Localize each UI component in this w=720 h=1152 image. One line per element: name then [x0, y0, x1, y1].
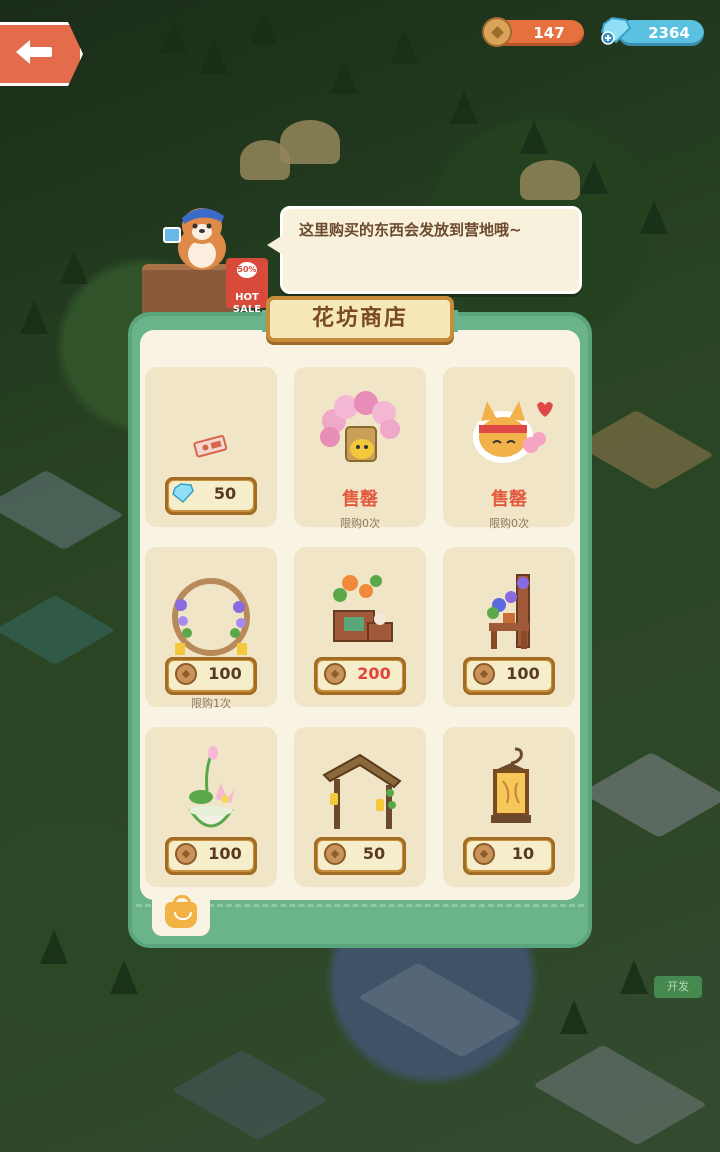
shop-item-lotus-bowl[interactable]: 100: [145, 727, 277, 887]
coin-icon: [473, 843, 495, 865]
hanging-lantern-icon: [491, 747, 531, 823]
coin-count: 147: [533, 24, 565, 42]
fox-sticker-icon: [473, 401, 553, 463]
price-value: 100: [208, 844, 242, 863]
speech-bubble: 这里购买的东西会发放到营地哦~: [267, 206, 582, 294]
flower-arch-bench-icon: [320, 391, 400, 462]
shop-item-flower-ring-arch[interactable]: 100 限购1次: [145, 547, 277, 710]
price-value: 10: [511, 844, 535, 863]
flower-trellis-chair-icon: [487, 574, 530, 649]
coin-icon: [175, 663, 197, 685]
ticket-icon: [193, 435, 228, 458]
price-button[interactable]: 200: [314, 657, 406, 695]
shop-item-lantern-gate[interactable]: 50: [294, 727, 426, 887]
shop-item-flower-trellis-chair[interactable]: 100: [443, 547, 575, 707]
price-button[interactable]: 50: [165, 477, 257, 515]
coin-balance: 147: [482, 17, 584, 47]
price-value: 50: [362, 844, 386, 863]
price-button[interactable]: 100: [165, 837, 257, 875]
lantern-gate-icon: [322, 753, 402, 829]
gem-icon: [172, 483, 194, 504]
back-arrow-icon: [16, 40, 52, 64]
shopping-bag-icon: [165, 895, 197, 928]
shop-title: 花坊商店: [311, 306, 408, 331]
lotus-bowl-icon: [188, 746, 235, 828]
purchase-limit: 限购0次: [340, 517, 380, 530]
dev-tag[interactable]: 开发: [654, 976, 702, 998]
price-value: 50: [213, 484, 237, 503]
gem-count: 2364: [648, 24, 690, 42]
sold-out-label: 售罄: [342, 489, 378, 510]
sold-out-label: 售罄: [491, 489, 527, 510]
shop-item-fox-sticker[interactable]: 售罄 限购0次: [443, 367, 575, 530]
shop-item-flower-arch-bench[interactable]: 售罄 限购0次: [294, 367, 426, 530]
shop-title-banner: 花坊商店: [266, 296, 454, 342]
shop-item-ticket[interactable]: 50: [145, 367, 277, 527]
price-value: 100: [208, 664, 242, 683]
price-button[interactable]: 100: [463, 657, 555, 695]
speech-bubble-text: 这里购买的东西会发放到营地哦~: [299, 221, 522, 239]
coin-icon: [473, 663, 495, 685]
price-value: 100: [506, 664, 540, 683]
price-value: 200: [357, 664, 391, 683]
gem-plus-icon: [600, 16, 632, 45]
back-button[interactable]: [0, 22, 83, 86]
shop-item-hanging-lantern[interactable]: 10: [443, 727, 575, 887]
purchase-limit: 限购1次: [191, 697, 231, 710]
hot-sale-sign: 50% OFF HOT SALE: [226, 258, 268, 315]
bag-tab[interactable]: [152, 890, 210, 936]
price-button[interactable]: 100: [165, 657, 257, 695]
price-button[interactable]: 10: [463, 837, 555, 875]
shopkeeper-dog-icon: [163, 208, 226, 270]
flower-ring-arch-icon: [172, 578, 250, 656]
coin-icon: [482, 17, 512, 47]
purchase-limit: 限购0次: [489, 517, 529, 530]
price-button[interactable]: 50: [314, 837, 406, 875]
coin-icon: [324, 843, 346, 865]
shop-item-flower-display-shelf[interactable]: 200: [294, 547, 426, 707]
gem-balance[interactable]: 2364: [600, 16, 704, 46]
coin-icon: [324, 663, 346, 685]
flower-display-shelf-icon: [333, 575, 393, 642]
coin-icon: [175, 843, 197, 865]
shop-counter: [142, 264, 234, 318]
hot-sale-percent: 50% OFF: [237, 262, 257, 290]
